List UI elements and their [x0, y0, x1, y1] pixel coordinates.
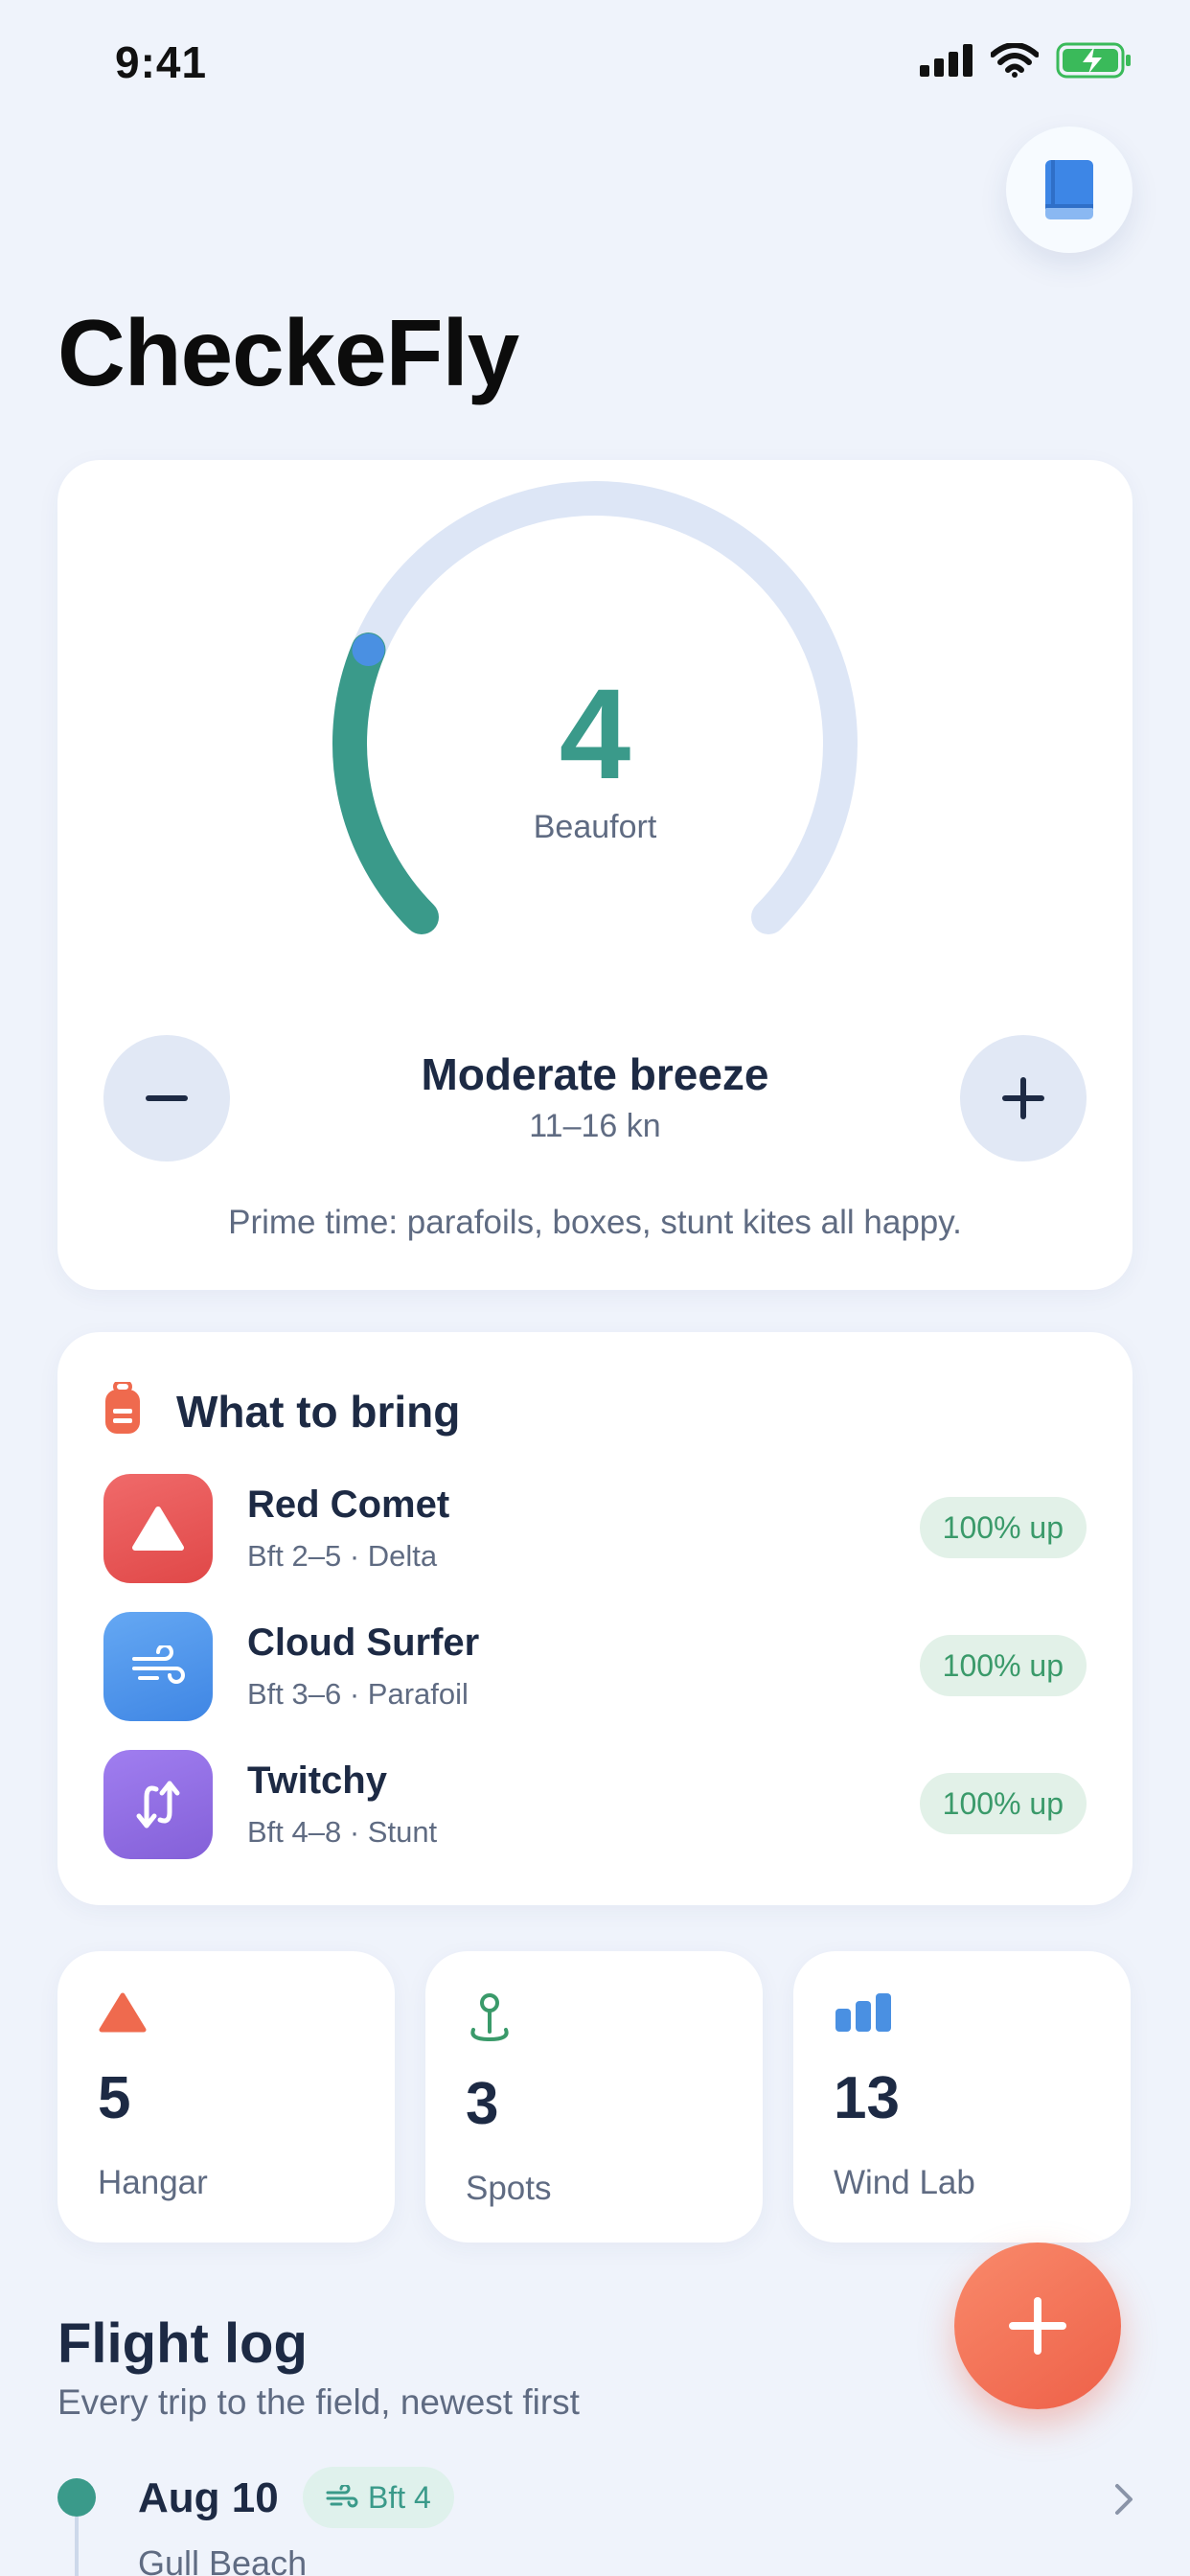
kite-badge: 100% up: [919, 1635, 1087, 1696]
kite-meta: Bft 4–8 · Stunt: [247, 1815, 438, 1849]
log-entry-place: Gull Beach: [138, 2543, 308, 2576]
plus-icon: [1009, 2297, 1066, 2355]
stat-label: Hangar: [98, 2164, 208, 2201]
add-flight-button[interactable]: [954, 2242, 1121, 2409]
log-entry-badge: Bft 4: [303, 2467, 454, 2528]
beaufort-value: 4: [559, 663, 631, 806]
app-title: CheckeFly: [57, 300, 519, 405]
kite-meta: Bft 2–5 · Delta: [247, 1539, 438, 1573]
kite-row-red-comet[interactable]: Red Comet Bft 2–5 · Delta 100% up: [103, 1474, 1087, 1585]
kite-name: Red Comet: [247, 1484, 450, 1526]
flight-log-title: Flight log: [57, 2312, 308, 2375]
bars-icon: [835, 1993, 891, 2032]
stunt-lines-icon: [103, 1750, 213, 1859]
kite-row-cloud-surfer[interactable]: Cloud Surfer Bft 3–6 · Parafoil 100% up: [103, 1612, 1087, 1723]
chevron-right-icon[interactable]: [1113, 2482, 1134, 2517]
book-icon: [1045, 160, 1093, 219]
stat-value: 13: [834, 2065, 900, 2131]
breeze-range: 11–16 kn: [529, 1108, 661, 1144]
book-button[interactable]: [1006, 126, 1133, 253]
kite-meta: Bft 3–6 · Parafoil: [247, 1677, 469, 1711]
delta-kite-icon: [103, 1474, 213, 1583]
kite-name: Cloud Surfer: [247, 1622, 480, 1664]
stat-label: Wind Lab: [834, 2164, 975, 2201]
pin-icon: [470, 1993, 509, 2042]
wifi-icon: [991, 43, 1039, 78]
bring-title: What to bring: [176, 1387, 461, 1437]
what-to-bring-card: What to bring Red Comet Bft 2–5 · Delta …: [57, 1332, 1133, 1905]
status-icons: [920, 42, 1133, 79]
stat-value: 3: [466, 2071, 499, 2137]
stat-card-spots[interactable]: 3 Spots: [425, 1951, 763, 2242]
status-time: 9:41: [115, 37, 208, 87]
log-entry-date[interactable]: Aug 10: [138, 2474, 279, 2522]
stat-value: 5: [98, 2065, 131, 2131]
timeline-dot: [57, 2478, 96, 2517]
stat-card-hangar[interactable]: 5 Hangar: [57, 1951, 395, 2242]
wind-icon: [103, 1612, 213, 1721]
kite-badge: 100% up: [919, 1497, 1087, 1558]
wind-icon: [326, 2485, 358, 2508]
beaufort-unit: Beaufort: [533, 809, 657, 845]
signal-icon: [920, 44, 973, 77]
stat-label: Spots: [466, 2170, 552, 2207]
triangle-icon: [99, 1992, 147, 2033]
breeze-note: Prime time: parafoils, boxes, stunt kite…: [228, 1204, 962, 1241]
wind-gauge-card: 4 Beaufort Moderate breeze 11–16 kn Prim…: [57, 460, 1133, 1290]
log-entry-badge-text: Bft 4: [368, 2479, 431, 2515]
kite-badge: 100% up: [919, 1773, 1087, 1834]
kite-row-twitchy[interactable]: Twitchy Bft 4–8 · Stunt 100% up: [103, 1750, 1087, 1861]
stat-card-wind-lab[interactable]: 13 Wind Lab: [793, 1951, 1131, 2242]
flight-log-subtitle: Every trip to the field, newest first: [57, 2382, 580, 2422]
backpack-icon: [105, 1382, 140, 1434]
battery-charging-icon: [1056, 42, 1131, 79]
kite-name: Twitchy: [247, 1760, 387, 1802]
breeze-name: Moderate breeze: [421, 1049, 769, 1099]
timeline-line: [75, 2517, 79, 2576]
